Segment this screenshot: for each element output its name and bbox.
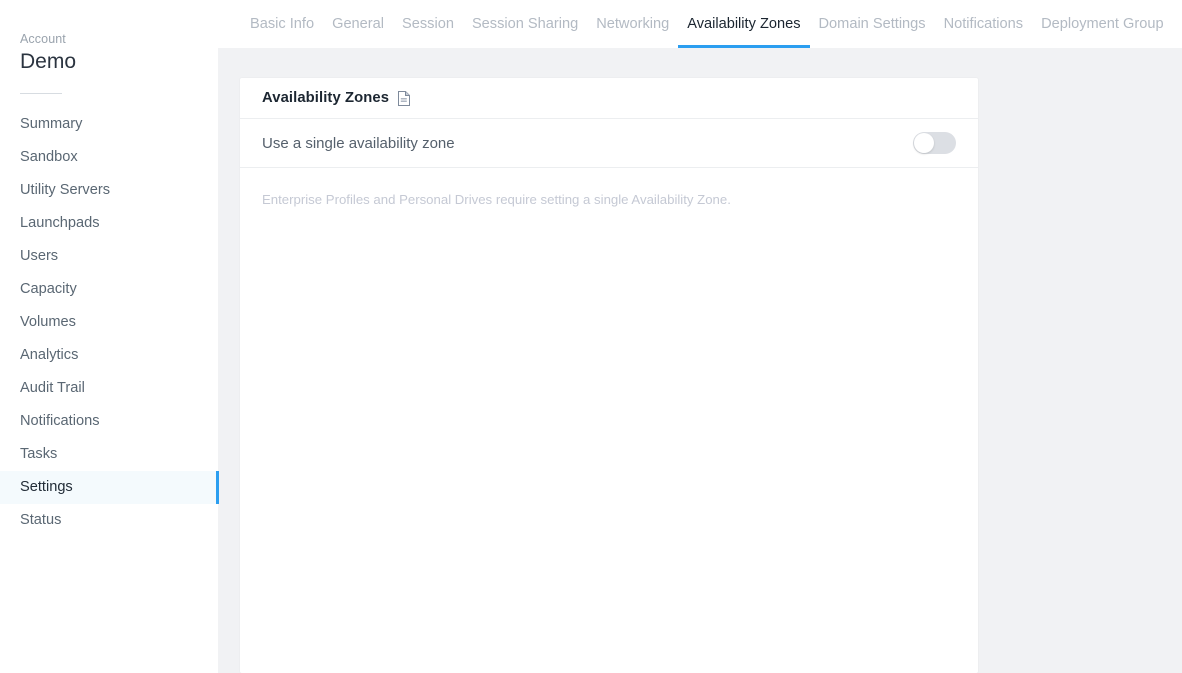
sidebar-item-users[interactable]: Users [0,240,218,273]
toggle-knob [914,133,934,153]
sidebar-item-label: Analytics [20,347,79,363]
document-icon[interactable] [398,90,411,106]
sidebar-item-label: Settings [20,479,73,495]
settings-tabbar: Basic Info General Session Session Sharing N… [218,0,1182,48]
tab-domain-settings[interactable]: Domain Settings [810,0,935,48]
account-label: Account [20,32,66,46]
sidebar-item-label: Users [20,248,59,264]
app-root: Account Demo Summary Sandbox Utility Serve… [0,0,1182,673]
single-availability-zone-label: Use a single availability zone [262,134,455,152]
sidebar-item-summary[interactable]: Summary [0,108,218,141]
tab-session[interactable]: Session [393,0,463,48]
sidebar-item-audit-trail[interactable]: Audit Trail [0,372,218,405]
availability-zones-card: Availability Zones Use a single availabi… [240,78,978,673]
card-header: Availability Zones [240,78,978,119]
sidebar-item-label: Launchpads [20,215,100,231]
sidebar-item-status[interactable]: Status [0,504,218,537]
sidebar: Account Demo Summary Sandbox Utility Serve… [0,0,219,673]
sidebar-item-label: Summary [20,116,83,132]
sidebar-item-label: Capacity [20,281,77,297]
tab-label: Basic Info [250,16,315,32]
helper-text: Enterprise Profiles and Personal Drives … [262,192,731,207]
sidebar-item-capacity[interactable]: Capacity [0,273,218,306]
sidebar-nav-list: Summary Sandbox Utility Servers Launchpads U… [0,108,219,537]
sidebar-item-volumes[interactable]: Volumes [0,306,218,339]
content-area: Availability Zones Use a single availabi… [218,48,1182,673]
sidebar-item-label: Tasks [20,446,58,462]
tab-session-sharing[interactable]: Session Sharing [463,0,587,48]
tab-label: General [332,16,385,32]
main-region: Basic Info General Session Session Sharing N… [218,0,1182,673]
tab-networking[interactable]: Networking [587,0,678,48]
sidebar-item-utility-servers[interactable]: Utility Servers [0,174,218,207]
tab-label: Deployment Group [1041,16,1164,32]
sidebar-item-tasks[interactable]: Tasks [0,438,218,471]
sidebar-item-analytics[interactable]: Analytics [0,339,218,372]
sidebar-item-label: Sandbox [20,149,78,165]
tab-notifications[interactable]: Notifications [935,0,1033,48]
tab-label: Session [402,16,454,32]
sidebar-item-label: Utility Servers [20,182,111,198]
tab-label: Notifications [943,16,1024,32]
tab-availability-zones[interactable]: Availability Zones [678,0,810,48]
tab-label: Networking [596,16,670,32]
sidebar-item-label: Status [20,512,62,528]
tab-deployment-group[interactable]: Deployment Group [1032,0,1173,48]
sidebar-item-label: Notifications [20,413,100,429]
single-availability-zone-row: Use a single availability zone [240,119,978,168]
sidebar-item-sandbox[interactable]: Sandbox [0,141,218,174]
sidebar-item-notifications[interactable]: Notifications [0,405,218,438]
sidebar-divider [20,93,62,94]
tab-label: Availability Zones [687,16,801,32]
tab-general[interactable]: General [323,0,393,48]
account-name: Demo [20,50,77,73]
sidebar-item-launchpads[interactable]: Launchpads [0,207,218,240]
tab-basic-info[interactable]: Basic Info [241,0,323,48]
tab-label: Session Sharing [471,16,579,32]
tab-label: Domain Settings [818,16,926,32]
single-availability-zone-toggle[interactable] [913,132,956,154]
sidebar-item-label: Audit Trail [20,380,85,396]
page-title: Availability Zones [262,90,390,106]
sidebar-item-label: Volumes [20,314,76,330]
sidebar-item-settings[interactable]: Settings [0,471,219,504]
